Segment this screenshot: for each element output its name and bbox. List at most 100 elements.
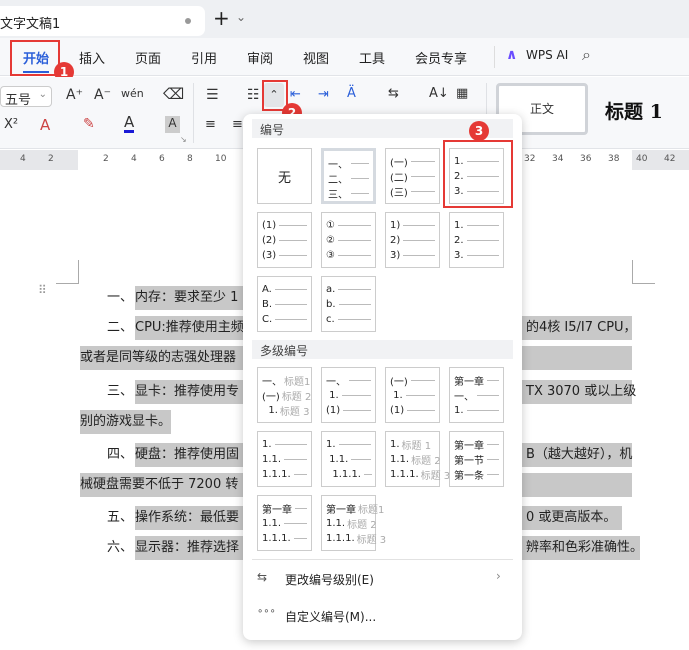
document-tab[interactable]: 文字文稿1: [0, 6, 205, 36]
cell-row: 1.1.1. 标题 3: [326, 531, 386, 546]
font-color-icon[interactable]: A: [124, 115, 135, 133]
pinyin-button[interactable]: wén: [121, 87, 144, 100]
decrease-indent-icon[interactable]: ⇤: [290, 87, 301, 102]
cell-number: c.: [326, 314, 335, 325]
eraser-icon[interactable]: ⌫: [163, 85, 184, 103]
multilevel-option[interactable]: 第一章 一、 1.: [449, 367, 504, 423]
char-shading-icon[interactable]: A: [165, 116, 180, 133]
numbering-option[interactable]: a. b. c.: [321, 276, 376, 332]
cell-line: [293, 474, 307, 475]
paragraph-text: 辨率和色彩准确性。: [522, 536, 643, 560]
superscript-button[interactable]: X²: [4, 117, 18, 132]
cell-line: [410, 380, 435, 381]
multilevel-option[interactable]: 一、 1. (1): [321, 367, 376, 423]
multilevel-option[interactable]: 第一章 标题1 1.1. 标题 2 1.1.1. 标题 3: [321, 495, 386, 551]
numbering-option[interactable]: A. B. C.: [257, 276, 312, 332]
step-badge-3: 3: [469, 121, 489, 141]
cell-row: 1.1.: [262, 516, 307, 531]
custom-numbering-item[interactable]: 自定义编号(M)...: [285, 608, 376, 625]
cell-row: 第一章: [454, 437, 499, 452]
cell-line: [487, 459, 499, 460]
align-left-icon[interactable]: ≡: [205, 117, 216, 132]
numbering-option[interactable]: (一) (二) (三): [385, 148, 440, 204]
cell-row: 二、: [328, 171, 369, 186]
char-spacing-icon[interactable]: Ä: [347, 86, 356, 101]
drag-handle-icon[interactable]: ⠿: [38, 284, 47, 296]
font-size-select[interactable]: 五号 ⌄: [0, 86, 52, 108]
list-number: 三、: [107, 384, 134, 399]
cell-number: (2): [262, 235, 277, 246]
paragraph-text: 或者是同等级的志强处理器: [80, 346, 243, 370]
unsaved-dot-icon: [185, 18, 191, 24]
paragraph-text: TX 3070 或以上级: [522, 380, 636, 404]
sort-icon[interactable]: A↓: [429, 86, 449, 101]
cell-number: 1.: [262, 405, 278, 416]
bullet-list-icon[interactable]: ☰: [206, 87, 219, 103]
chevron-down-icon[interactable]: ⌄: [236, 10, 246, 24]
cell-number: (一): [390, 377, 408, 388]
numbering-none[interactable]: 无: [257, 148, 312, 204]
cell-line: [410, 161, 435, 162]
multilevel-option[interactable]: 第一章 1.1. 1.1.1.: [257, 495, 312, 551]
menu-wps-ai[interactable]: WPS AI: [526, 48, 568, 62]
menu-bar: 开始 插入 页面 引用 审阅 视图 工具 会员专享 ∧ WPS AI ⌕: [0, 38, 689, 76]
cell-row: (一) 标题 2: [262, 388, 311, 403]
cell-line: [477, 395, 499, 396]
text-effect-icon[interactable]: A: [40, 116, 50, 134]
cell-number: ②: [326, 235, 335, 246]
cell-number: 1.1.: [262, 454, 282, 465]
shrink-font-icon[interactable]: A⁻: [94, 87, 111, 103]
cell-number: 三、: [328, 190, 348, 201]
highlighter-icon[interactable]: ✎: [83, 116, 95, 132]
numbered-list-icon[interactable]: ☷: [247, 87, 260, 103]
menu-tools[interactable]: 工具: [359, 48, 385, 67]
multilevel-option[interactable]: (一) 1. (1): [385, 367, 440, 423]
cell-line: [341, 395, 371, 396]
multilevel-option[interactable]: 第一章 第一节 第一条: [449, 431, 504, 487]
cell-line: [487, 444, 499, 445]
menu-insert[interactable]: 插入: [79, 48, 105, 67]
multilevel-option[interactable]: 1. 1.1. 1.1.1.: [321, 431, 376, 487]
align-center-icon[interactable]: ≡: [232, 117, 243, 132]
change-level-item[interactable]: 更改编号级别(E): [285, 571, 374, 588]
numbering-option[interactable]: 1. 2. 3.: [449, 212, 504, 268]
dialog-launcher-icon[interactable]: ↘: [180, 135, 187, 144]
cell-line: [338, 304, 371, 305]
table-lines-icon[interactable]: ▦: [456, 86, 468, 101]
cell-line: [466, 240, 499, 241]
cell-row: 3.: [454, 248, 499, 263]
cell-row: 1.: [454, 218, 499, 233]
multilevel-option[interactable]: 一、 标题1 (一) 标题 2 1. 标题 3: [257, 367, 312, 423]
style-heading-1[interactable]: 标题 1: [605, 97, 663, 124]
margin-mark: [78, 260, 79, 284]
menu-member[interactable]: 会员专享: [415, 48, 467, 67]
increase-indent-icon[interactable]: ⇥: [318, 87, 329, 102]
menu-view[interactable]: 视图: [303, 48, 329, 67]
menu-page[interactable]: 页面: [135, 48, 161, 67]
numbering-option[interactable]: (1) (2) (3): [257, 212, 312, 268]
cell-row: 一、: [326, 373, 371, 388]
cell-row: 第一章: [454, 373, 499, 388]
numbering-option[interactable]: 一、 二、 三、: [321, 148, 376, 204]
menu-reference[interactable]: 引用: [191, 48, 217, 67]
cell-line: [363, 474, 372, 475]
paragraph-text: 显卡：推荐使用专: [135, 380, 243, 404]
cell-row: b.: [326, 297, 371, 312]
new-tab-button[interactable]: +: [213, 6, 230, 30]
cell-row: ①: [326, 218, 371, 233]
search-icon[interactable]: ⌕: [582, 45, 591, 65]
text-direction-icon[interactable]: ⇆: [388, 86, 399, 101]
cell-row: 1.1.1. 标题 3: [390, 467, 450, 482]
cell-row: 3): [390, 248, 435, 263]
numbering-option[interactable]: 1) 2) 3): [385, 212, 440, 268]
menu-review[interactable]: 审阅: [247, 48, 273, 67]
multilevel-option[interactable]: 1. 标题 1 1.1. 标题 2 1.1.1. 标题 3: [385, 431, 450, 487]
cell-row: (1): [262, 218, 307, 233]
grow-font-icon[interactable]: A⁺: [66, 87, 83, 103]
ruler-number: 34: [552, 154, 564, 164]
multilevel-option[interactable]: 1. 1.1. 1.1.1.: [257, 431, 312, 487]
cell-number: 1.: [390, 390, 403, 401]
cell-row: 1.: [454, 403, 499, 418]
numbering-option[interactable]: ① ② ③: [321, 212, 376, 268]
cell-row: 2.: [454, 233, 499, 248]
